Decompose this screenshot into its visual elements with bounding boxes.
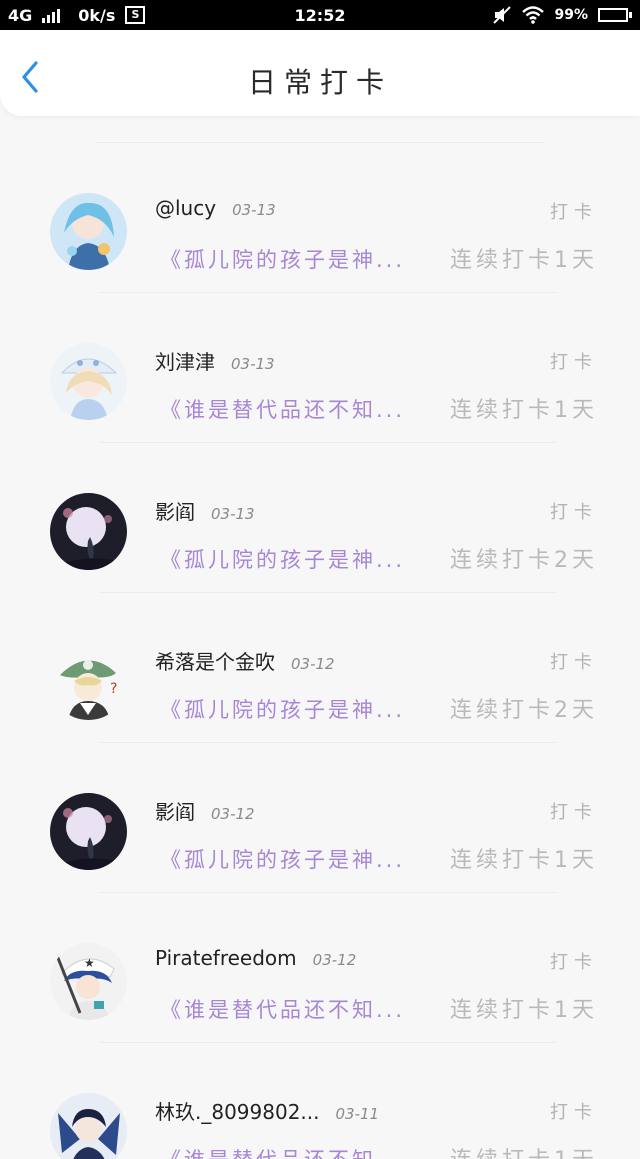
book-title[interactable]: 《孤儿院的孩子是神... — [160, 844, 425, 874]
battery-icon — [598, 8, 632, 22]
checkin-date: 03-13 — [211, 505, 255, 523]
checkin-link[interactable]: 打卡 — [550, 948, 598, 974]
checkin-date: 03-12 — [291, 655, 335, 673]
sim-icon: S — [125, 6, 146, 24]
checkin-row[interactable]: 影阎 03-12 打卡 《孤儿院的孩子是神... 连续打卡1天 — [0, 743, 640, 893]
checkin-list: @lucy 03-13 打卡 《孤儿院的孩子是神... 连续打卡1天 刘津津 03-… — [0, 142, 640, 1159]
book-title[interactable]: 《谁是替代品还不知... — [160, 1144, 425, 1159]
avatar[interactable] — [50, 1093, 127, 1159]
checkin-date: 03-11 — [335, 1105, 380, 1123]
user-name-text: 林玖._8099802... — [155, 1100, 320, 1124]
user-name-text: 刘津津 — [155, 350, 215, 374]
checkin-link[interactable]: 打卡 — [550, 1098, 598, 1124]
avatar[interactable] — [50, 793, 127, 870]
checkin-row[interactable]: ★ Piratefreedom 03-12 打卡 《谁是替代品还不知... 连续打… — [0, 893, 640, 1043]
page-title: 日常打卡 — [247, 66, 392, 99]
checkin-row[interactable]: 林玖._8099802... 03-11 打卡 《谁是替代品还不知... 连续打卡… — [0, 1043, 640, 1159]
user-name[interactable]: Piratefreedom 03-12 — [155, 946, 356, 970]
user-name[interactable]: 希落是个金吹 03-12 — [155, 646, 335, 675]
status-bar: 4G 0k/s S 12:52 99% — [0, 0, 640, 30]
svg-text:?: ? — [110, 681, 117, 697]
book-title[interactable]: 《孤儿院的孩子是神... — [160, 244, 425, 274]
streak-text: 连续打卡2天 — [450, 548, 598, 573]
user-name-text: 影阎 — [155, 500, 195, 524]
user-name-text: Piratefreedom — [155, 946, 297, 970]
user-name[interactable]: 林玖._8099802... 03-11 — [155, 1096, 379, 1125]
avatar[interactable] — [50, 343, 127, 420]
avatar[interactable] — [50, 193, 127, 270]
avatar[interactable]: ? — [50, 643, 127, 720]
checkin-link[interactable]: 打卡 — [550, 648, 598, 674]
svg-text:★: ★ — [84, 956, 95, 970]
mute-icon — [493, 6, 512, 24]
status-left: 4G 0k/s S — [8, 5, 146, 25]
checkin-link[interactable]: 打卡 — [550, 348, 598, 374]
checkin-link[interactable]: 打卡 — [550, 498, 598, 524]
user-name-text: 影阎 — [155, 800, 195, 824]
streak-text: 连续打卡1天 — [450, 248, 598, 273]
checkin-link[interactable]: 打卡 — [550, 198, 598, 224]
checkin-date: 03-12 — [211, 805, 255, 823]
user-name-text: @lucy — [155, 196, 217, 220]
book-title[interactable]: 《谁是替代品还不知... — [160, 994, 425, 1024]
header: 日常打卡 — [0, 30, 640, 116]
checkin-row[interactable]: ? 希落是个金吹 03-12 打卡 《孤儿院的孩子是神... 连续打卡2天 — [0, 593, 640, 743]
checkin-row[interactable]: @lucy 03-13 打卡 《孤儿院的孩子是神... 连续打卡1天 — [0, 143, 640, 293]
book-title[interactable]: 《孤儿院的孩子是神... — [160, 544, 425, 574]
user-name[interactable]: 影阎 03-13 — [155, 496, 255, 525]
streak-text: 连续打卡1天 — [450, 848, 598, 873]
network-type: 4G — [8, 5, 33, 25]
checkin-row[interactable]: 影阎 03-13 打卡 《孤儿院的孩子是神... 连续打卡2天 — [0, 443, 640, 593]
checkin-date: 03-12 — [312, 951, 357, 969]
signal-icon — [42, 7, 61, 23]
book-title[interactable]: 《谁是替代品还不知... — [160, 394, 425, 424]
status-right: 99% — [492, 6, 632, 24]
streak-text: 连续打卡1天 — [450, 1142, 598, 1159]
user-name-text: 希落是个金吹 — [155, 650, 275, 674]
user-name[interactable]: 影阎 03-12 — [155, 796, 255, 825]
streak-text: 连续打卡1天 — [450, 398, 598, 423]
avatar[interactable]: ★ — [50, 943, 127, 1020]
user-name[interactable]: 刘津津 03-13 — [155, 346, 275, 375]
book-title[interactable]: 《孤儿院的孩子是神... — [160, 694, 425, 724]
checkin-date: 03-13 — [232, 201, 276, 219]
streak-text: 连续打卡2天 — [450, 698, 598, 723]
checkin-link[interactable]: 打卡 — [550, 798, 598, 824]
checkin-row[interactable]: 刘津津 03-13 打卡 《谁是替代品还不知... 连续打卡1天 — [0, 293, 640, 443]
avatar[interactable] — [50, 493, 127, 570]
network-speed: 0k/s — [78, 5, 116, 25]
user-name[interactable]: @lucy 03-13 — [155, 196, 276, 220]
wifi-icon — [522, 6, 545, 24]
battery-percent: 99% — [554, 7, 588, 23]
checkin-date: 03-13 — [231, 355, 275, 373]
streak-text: 连续打卡1天 — [450, 998, 598, 1023]
